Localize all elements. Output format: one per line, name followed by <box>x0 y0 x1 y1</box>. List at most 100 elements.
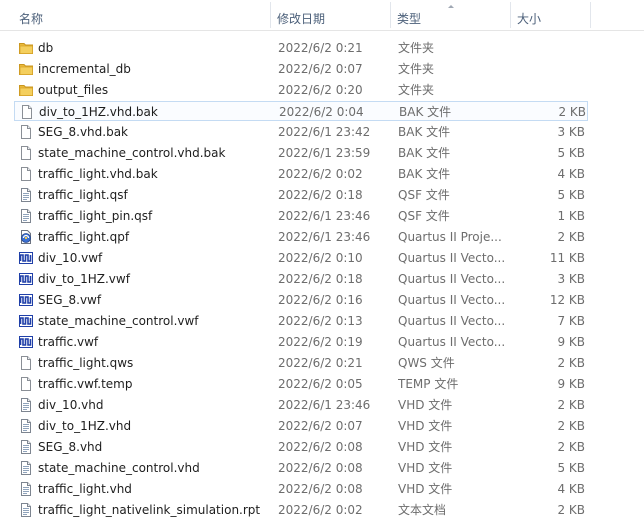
text-document-icon <box>18 187 34 203</box>
column-divider[interactable] <box>390 2 391 28</box>
column-divider[interactable] <box>510 2 511 28</box>
file-row[interactable]: div_10.vwf 2022/6/2 0:10 Quartus II Vecto.… <box>14 248 588 268</box>
file-type: BAK 文件 <box>398 125 451 139</box>
file-modified-date: 2022/6/1 23:46 <box>278 230 371 244</box>
file-type: Quartus II Proje... <box>398 230 502 244</box>
file-row[interactable]: div_to_1HZ.vhd.bak 2022/6/2 0:04 BAK 文件 2 K… <box>14 101 588 121</box>
file-size: 2 KB <box>557 230 585 244</box>
column-header-name[interactable]: 名称 <box>14 0 270 30</box>
file-type: QWS 文件 <box>398 356 455 370</box>
file-type: 文件夹 <box>398 62 435 76</box>
file-size: 2 KB <box>557 440 585 454</box>
file-type: 文本文档 <box>398 503 447 517</box>
file-row[interactable]: div_to_1HZ.vwf 2022/6/2 0:18 Quartus II Ve… <box>14 269 588 289</box>
file-modified-date: 2022/6/2 0:02 <box>278 503 363 517</box>
file-type: BAK 文件 <box>398 167 451 181</box>
file-row[interactable]: state_machine_control.vwf 2022/6/2 0:13 Qu… <box>14 311 588 331</box>
text-document-icon <box>18 418 34 434</box>
file-size: 5 KB <box>557 146 585 160</box>
text-document-icon <box>18 208 34 224</box>
file-name: traffic_light_pin.qsf <box>38 209 153 223</box>
file-type: 文件夹 <box>398 41 435 55</box>
file-type: Quartus II Vecto... <box>398 272 506 286</box>
file-modified-date: 2022/6/1 23:46 <box>278 398 371 412</box>
file-modified-date: 2022/6/2 0:21 <box>278 41 363 55</box>
file-name: div_10.vhd <box>38 398 104 412</box>
file-modified-date: 2022/6/2 0:02 <box>278 167 363 181</box>
waveform-icon <box>18 250 34 266</box>
file-row[interactable]: traffic_light.vhd 2022/6/2 0:08 VHD 文件 4 KB <box>14 479 588 499</box>
file-modified-date: 2022/6/2 0:05 <box>278 377 363 391</box>
file-name: traffic_light.vhd.bak <box>38 167 158 181</box>
file-name: traffic_light.qws <box>38 356 134 370</box>
file-row[interactable]: traffic_light.qpf 2022/6/1 23:46 Quartus I… <box>14 227 588 247</box>
folder-icon <box>18 40 34 56</box>
file-name: traffic_light.qpf <box>38 230 130 244</box>
file-modified-date: 2022/6/2 0:07 <box>278 419 363 433</box>
file-modified-date: 2022/6/2 0:18 <box>278 188 363 202</box>
file-row[interactable]: traffic_light_pin.qsf 2022/6/1 23:46 QSF 文… <box>14 206 588 226</box>
file-size: 7 KB <box>557 314 585 328</box>
file-row[interactable]: div_to_1HZ.vhd 2022/6/2 0:07 VHD 文件 2 KB <box>14 416 588 436</box>
file-type: Quartus II Vecto... <box>398 293 506 307</box>
file-type: VHD 文件 <box>398 440 453 454</box>
file-modified-date: 2022/6/2 0:08 <box>278 461 363 475</box>
file-name: div_10.vwf <box>38 251 103 265</box>
file-size: 2 KB <box>557 419 585 433</box>
file-type: BAK 文件 <box>398 146 451 160</box>
column-header-date[interactable]: 修改日期 <box>272 0 390 30</box>
file-row[interactable]: SEG_8.vwf 2022/6/2 0:16 Quartus II Vecto..… <box>14 290 588 310</box>
file-row[interactable]: SEG_8.vhd 2022/6/2 0:08 VHD 文件 2 KB <box>14 437 588 457</box>
file-modified-date: 2022/6/2 0:21 <box>278 356 363 370</box>
file-row[interactable]: traffic.vwf.temp 2022/6/2 0:05 TEMP 文件 9 KB <box>14 374 588 394</box>
file-row[interactable]: db 2022/6/2 0:21 文件夹 <box>14 38 588 58</box>
file-name: SEG_8.vhd <box>38 440 103 454</box>
document-icon <box>18 124 34 140</box>
file-name: incremental_db <box>38 62 131 76</box>
file-modified-date: 2022/6/2 0:18 <box>278 272 363 286</box>
file-size: 11 KB <box>549 251 585 265</box>
file-type: QSF 文件 <box>398 209 450 223</box>
file-name: traffic.vwf.temp <box>38 377 133 391</box>
file-size: 3 KB <box>557 125 585 139</box>
file-name: traffic_light.qsf <box>38 188 128 202</box>
text-document-icon <box>18 397 34 413</box>
file-name: state_machine_control.vwf <box>38 314 199 328</box>
file-row[interactable]: state_machine_control.vhd.bak 2022/6/1 23… <box>14 143 588 163</box>
file-name: SEG_8.vwf <box>38 293 102 307</box>
file-row[interactable]: traffic_light.qws 2022/6/2 0:21 QWS 文件 2 KB <box>14 353 588 373</box>
folder-icon <box>18 82 34 98</box>
file-name: div_to_1HZ.vwf <box>38 272 130 286</box>
file-size: 2 KB <box>558 105 586 119</box>
file-type: VHD 文件 <box>398 461 453 475</box>
document-icon <box>18 145 34 161</box>
folder-icon <box>18 61 34 77</box>
column-divider[interactable] <box>590 2 591 28</box>
file-size: 12 KB <box>549 293 585 307</box>
file-size: 2 KB <box>557 398 585 412</box>
file-row[interactable]: traffic_light.qsf 2022/6/2 0:18 QSF 文件 5 KB <box>14 185 588 205</box>
document-icon <box>18 355 34 371</box>
file-modified-date: 2022/6/2 0:20 <box>278 83 363 97</box>
file-modified-date: 2022/6/2 0:08 <box>278 440 363 454</box>
file-name: output_files <box>38 83 109 97</box>
file-size <box>508 80 585 100</box>
file-type: TEMP 文件 <box>398 377 459 391</box>
column-header-size[interactable]: 大小 <box>512 0 590 30</box>
file-name: div_to_1HZ.vhd <box>38 419 132 433</box>
file-row[interactable]: SEG_8.vhd.bak 2022/6/1 23:42 BAK 文件 3 KB <box>14 122 588 142</box>
file-row[interactable]: incremental_db 2022/6/2 0:07 文件夹 <box>14 59 588 79</box>
file-row[interactable]: traffic.vwf 2022/6/2 0:19 Quartus II Vecto… <box>14 332 588 352</box>
column-divider[interactable] <box>270 2 271 28</box>
file-modified-date: 2022/6/2 0:08 <box>278 482 363 496</box>
file-name: traffic_light_nativelink_simulation.rpt <box>38 503 261 517</box>
file-type: BAK 文件 <box>399 105 452 119</box>
file-type: VHD 文件 <box>398 482 453 496</box>
file-row[interactable]: traffic_light.vhd.bak 2022/6/2 0:02 BAK 文件… <box>14 164 588 184</box>
file-row[interactable]: div_10.vhd 2022/6/1 23:46 VHD 文件 2 KB <box>14 395 588 415</box>
file-row[interactable]: state_machine_control.vhd 2022/6/2 0:08 VH… <box>14 458 588 478</box>
file-row[interactable]: output_files 2022/6/2 0:20 文件夹 <box>14 80 588 100</box>
file-row[interactable]: traffic_light_nativelink_simulation.rpt 2… <box>14 500 588 520</box>
file-size: 4 KB <box>557 482 585 496</box>
file-type: Quartus II Vecto... <box>398 335 506 349</box>
